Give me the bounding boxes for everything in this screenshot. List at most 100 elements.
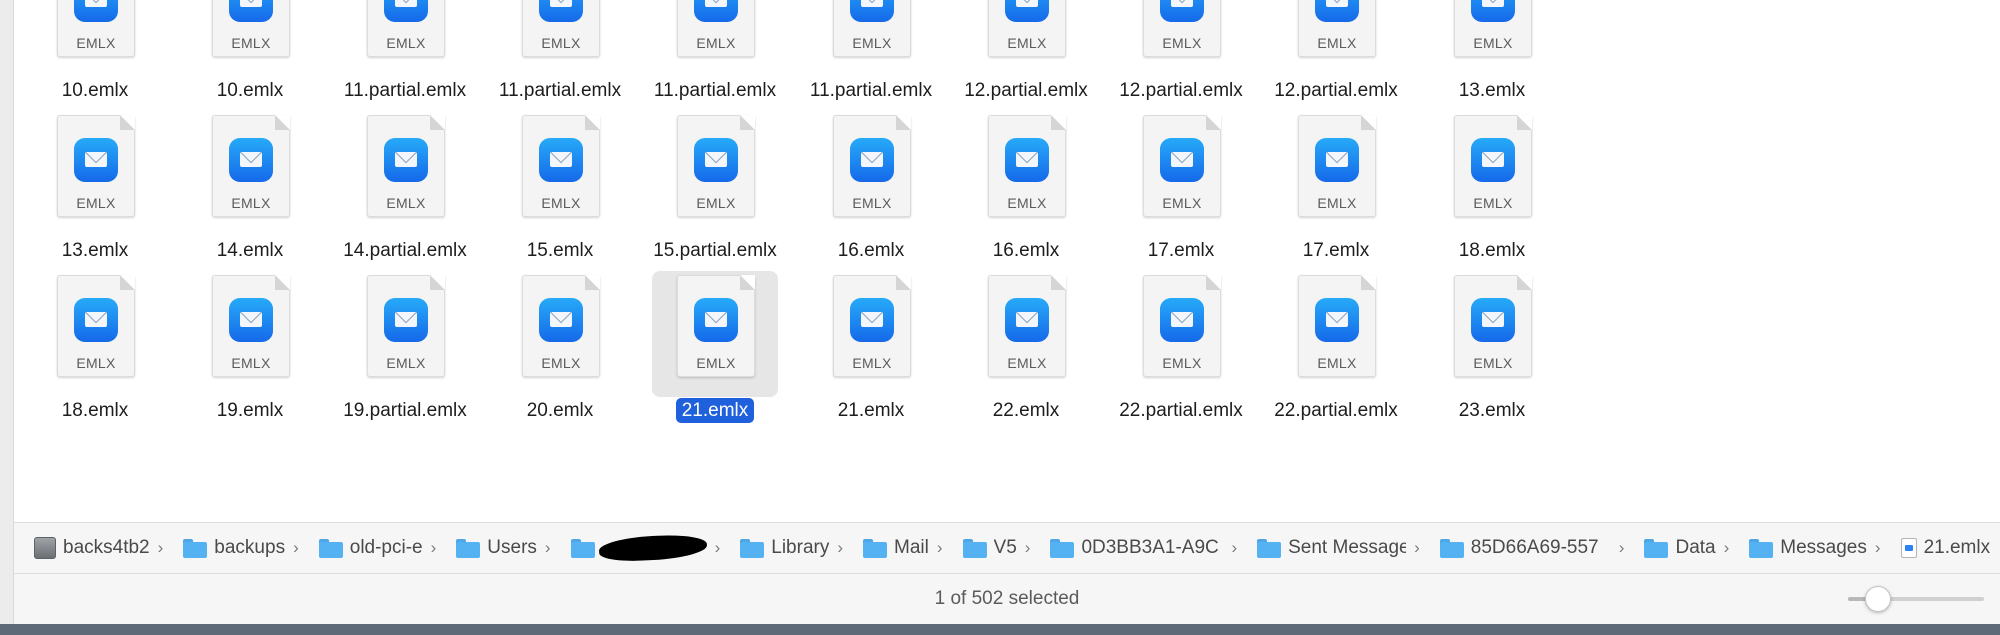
folder-icon [1257,538,1282,558]
file-extension-label: EMLX [1473,195,1513,211]
mail-document-icon[interactable]: EMLX [212,275,290,377]
envelope-icon [539,298,583,342]
breadcrumb-label: Messages [1780,537,1867,558]
mail-document-icon[interactable]: EMLX [522,115,600,217]
folder-icon [740,538,765,558]
envelope-icon [1005,298,1049,342]
chevron-right-icon: › [1024,538,1031,557]
mail-document-icon[interactable]: EMLX [677,115,755,217]
mail-document-icon[interactable]: EMLX [1454,115,1532,217]
file-extension-label: EMLX [76,195,116,211]
window-edge [0,0,14,635]
mail-document-icon[interactable]: EMLX [677,0,755,57]
breadcrumb-label: Sent Messages. [1288,537,1406,558]
file-name[interactable]: 21.emlx [832,398,911,423]
file-name[interactable]: 20.emlx [521,398,600,423]
status-bar: 1 of 502 selected [14,574,2000,624]
file-name[interactable]: 19.emlx [211,398,290,423]
envelope-icon [694,138,738,182]
chevron-right-icon: › [936,538,943,557]
folder-icon [962,538,987,558]
selection-count: 1 of 502 selected [934,588,1080,609]
envelope-icon [539,138,583,182]
mail-document-icon[interactable]: EMLX [522,275,600,377]
breadcrumb-item[interactable]: Data › [1644,537,1729,559]
breadcrumb-label: Users [487,537,537,558]
breadcrumb-label: old-pci-e [349,537,423,558]
mail-document-icon[interactable]: EMLX [367,0,445,57]
file-name[interactable]: 19.partial.emlx [337,398,473,423]
breadcrumb-label: 21.emlx [1923,537,1991,558]
file-name[interactable]: 23.emlx [1453,398,1532,423]
envelope-icon [694,298,738,342]
breadcrumb-item[interactable]: › [570,533,720,563]
envelope-icon [1160,138,1204,182]
mail-document-icon[interactable]: EMLX [677,275,755,377]
mail-document-icon[interactable]: EMLX [1143,115,1221,217]
file-item[interactable]: EMLX 23.emlx [1397,217,1587,421]
mail-document-icon[interactable]: EMLX [367,275,445,377]
file-name[interactable]: 22.emlx [987,398,1066,423]
mail-document-icon[interactable]: EMLX [988,115,1066,217]
mail-document-icon[interactable]: EMLX [1454,0,1532,57]
envelope-icon [539,0,583,22]
breadcrumb-item[interactable]: Sent Messages. › [1257,537,1420,559]
breadcrumb-label: backs4tb2 [63,537,150,558]
file-extension-label: EMLX [1473,355,1513,371]
disk-icon [34,537,56,559]
breadcrumb-item[interactable]: old-pci-e › [318,537,437,559]
file-extension-label: EMLX [231,35,271,51]
mail-document-icon[interactable]: EMLX [522,0,600,57]
mail-document-icon[interactable]: EMLX [988,0,1066,57]
envelope-icon [1315,298,1359,342]
mail-document-icon[interactable]: EMLX [833,115,911,217]
mail-document-icon[interactable]: EMLX [57,275,135,377]
breadcrumb-item[interactable]: Library › [740,537,843,559]
folder-icon [318,538,343,558]
breadcrumb-item[interactable]: Messages › [1749,537,1881,559]
breadcrumb-item[interactable]: backups › [183,537,299,559]
file-extension-label: EMLX [1162,355,1202,371]
file-name[interactable]: 22.partial.emlx [1113,398,1249,423]
mail-document-icon[interactable]: EMLX [1143,0,1221,57]
mail-document-icon[interactable]: EMLX [833,275,911,377]
desktop-strip [0,624,2000,635]
envelope-icon [850,298,894,342]
mail-document-icon[interactable]: EMLX [1454,275,1532,377]
mail-document-icon[interactable]: EMLX [1298,0,1376,57]
envelope-icon [1005,0,1049,22]
file-name[interactable]: 22.partial.emlx [1268,398,1404,423]
chevron-right-icon: › [430,538,437,557]
mail-document-icon[interactable]: EMLX [212,0,290,57]
mail-document-icon[interactable]: EMLX [212,115,290,217]
mail-document-icon[interactable]: EMLX [57,0,135,57]
mail-document-icon[interactable]: EMLX [833,0,911,57]
file-extension-label: EMLX [852,355,892,371]
mail-document-icon[interactable]: EMLX [367,115,445,217]
breadcrumb-item[interactable]: Mail › [863,537,943,559]
breadcrumb-item[interactable]: 0D3BB3A1-A9C › [1050,537,1237,559]
icon-size-slider[interactable] [1848,586,1984,612]
file-extension-label: EMLX [696,195,736,211]
file-extension-label: EMLX [386,35,426,51]
breadcrumb-item[interactable]: 21.emlx [1900,537,1991,559]
mail-document-icon[interactable]: EMLX [988,275,1066,377]
breadcrumb-label: 85D66A69-557 [1470,537,1599,558]
file-extension-label: EMLX [1007,355,1047,371]
envelope-icon [384,0,428,22]
mail-document-icon[interactable]: EMLX [57,115,135,217]
file-name[interactable]: 18.emlx [56,398,135,423]
file-name[interactable]: 21.emlx [675,398,755,423]
breadcrumb-item[interactable]: backs4tb2 › [34,537,163,559]
breadcrumb-item[interactable]: 85D66A69-557 › [1439,537,1624,559]
mail-document-icon[interactable]: EMLX [1298,275,1376,377]
icon-size-slider-knob[interactable] [1864,586,1891,612]
file-extension-label: EMLX [541,355,581,371]
envelope-icon [229,0,273,22]
chevron-right-icon: › [1723,538,1730,557]
breadcrumb-item[interactable]: Users › [456,537,551,559]
mail-document-icon[interactable]: EMLX [1298,115,1376,217]
breadcrumb-item[interactable]: V5 › [962,537,1031,559]
envelope-icon [74,298,118,342]
mail-document-icon[interactable]: EMLX [1143,275,1221,377]
